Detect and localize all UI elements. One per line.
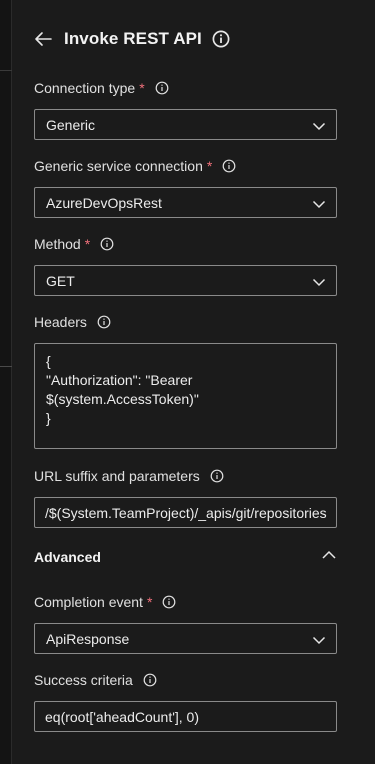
headers-line: } bbox=[46, 410, 51, 426]
chevron-down-icon bbox=[312, 278, 326, 287]
success-criteria-value: eq(root['aheadCount'], 0) bbox=[45, 708, 199, 725]
success-criteria-input[interactable]: eq(root['aheadCount'], 0) bbox=[34, 701, 337, 732]
url-suffix-label: URL suffix and parameters bbox=[34, 467, 224, 485]
info-icon[interactable] bbox=[210, 469, 224, 483]
url-suffix-input[interactable]: /$(System.TeamProject)/_apis/git/reposit… bbox=[34, 497, 337, 528]
divider bbox=[0, 70, 12, 71]
info-icon[interactable] bbox=[155, 81, 169, 95]
url-suffix-label-text: URL suffix and parameters bbox=[34, 468, 200, 484]
arrow-left-icon bbox=[35, 32, 52, 46]
chevron-up-icon[interactable] bbox=[321, 547, 337, 563]
connection-type-dropdown[interactable]: Generic bbox=[34, 109, 337, 140]
url-suffix-value: /$(System.TeamProject)/_apis/git/reposit… bbox=[45, 504, 327, 521]
info-icon[interactable] bbox=[212, 30, 230, 48]
info-icon[interactable] bbox=[222, 159, 236, 173]
headers-line: $(system.AccessToken)" bbox=[46, 391, 199, 407]
service-connection-label: Generic service connection * bbox=[34, 157, 236, 175]
divider bbox=[0, 366, 12, 367]
connection-type-label: Connection type * bbox=[34, 79, 169, 97]
method-label: Method * bbox=[34, 235, 114, 253]
required-marker: * bbox=[146, 594, 153, 610]
service-connection-dropdown[interactable]: AzureDevOpsRest bbox=[34, 187, 337, 218]
required-marker: * bbox=[84, 236, 91, 252]
completion-event-dropdown[interactable]: ApiResponse bbox=[34, 623, 337, 654]
required-marker: * bbox=[206, 158, 213, 174]
headers-label-text: Headers bbox=[34, 314, 87, 330]
back-button[interactable] bbox=[33, 29, 53, 49]
headers-line: "Authorization": "Bearer bbox=[46, 372, 193, 388]
completion-event-label-text: Completion event bbox=[34, 594, 143, 610]
advanced-section-title[interactable]: Advanced bbox=[34, 549, 101, 565]
info-icon[interactable] bbox=[97, 315, 111, 329]
service-connection-value: AzureDevOpsRest bbox=[46, 194, 162, 211]
info-icon[interactable] bbox=[100, 237, 114, 251]
info-icon[interactable] bbox=[162, 595, 176, 609]
method-label-text: Method bbox=[34, 236, 81, 252]
panel-header: Invoke REST API bbox=[33, 26, 230, 52]
method-value: GET bbox=[46, 272, 75, 289]
chevron-down-icon bbox=[312, 636, 326, 645]
headers-line: { bbox=[46, 353, 51, 369]
info-icon[interactable] bbox=[143, 673, 157, 687]
invoke-rest-api-panel: Invoke REST API Connection type * Generi… bbox=[0, 0, 375, 764]
method-dropdown[interactable]: GET bbox=[34, 265, 337, 296]
chevron-down-icon bbox=[312, 200, 326, 209]
completion-event-label: Completion event * bbox=[34, 593, 176, 611]
required-marker: * bbox=[139, 80, 145, 96]
connection-type-value: Generic bbox=[46, 116, 96, 133]
page-title: Invoke REST API bbox=[64, 29, 202, 48]
chevron-down-icon bbox=[312, 122, 326, 131]
success-criteria-label: Success criteria bbox=[34, 671, 157, 689]
connection-type-label-text: Connection type bbox=[34, 80, 136, 96]
completion-event-value: ApiResponse bbox=[46, 630, 130, 647]
headers-textarea[interactable]: { "Authorization": "Bearer $(system.Acce… bbox=[34, 343, 337, 449]
left-panel-edge bbox=[0, 0, 12, 764]
service-connection-label-text: Generic service connection bbox=[34, 158, 203, 174]
success-criteria-label-text: Success criteria bbox=[34, 672, 133, 688]
headers-label: Headers bbox=[34, 313, 111, 331]
